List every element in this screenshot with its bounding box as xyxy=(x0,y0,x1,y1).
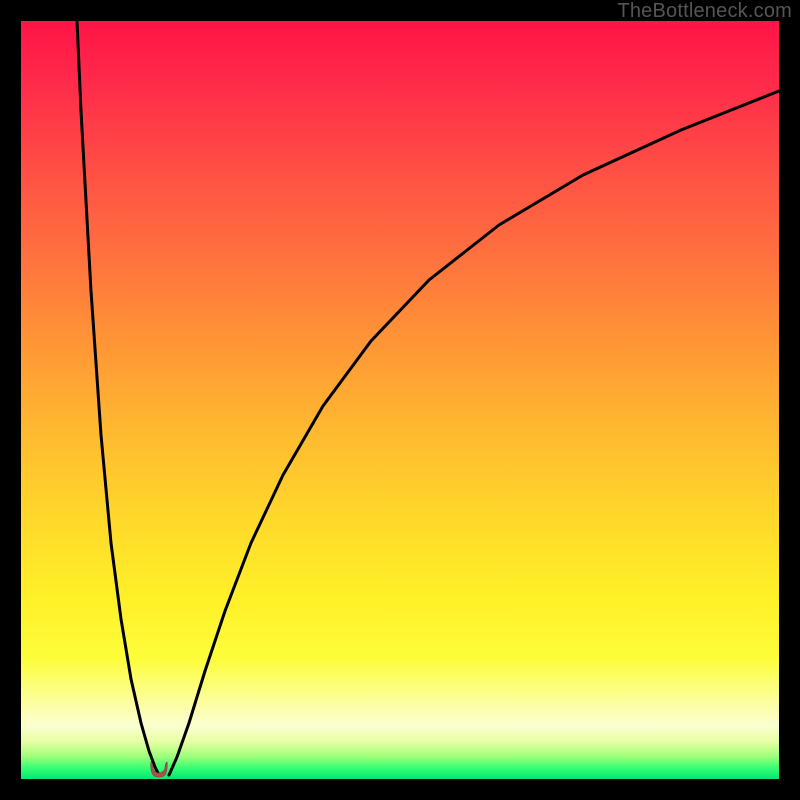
right-curve xyxy=(169,91,779,775)
plot-area xyxy=(21,21,779,779)
left-curve xyxy=(77,21,159,775)
curve-layer xyxy=(21,21,779,779)
chart-frame: TheBottleneck.com xyxy=(0,0,800,800)
watermark-text: TheBottleneck.com xyxy=(617,0,792,23)
optimum-marker-icon xyxy=(148,760,170,778)
